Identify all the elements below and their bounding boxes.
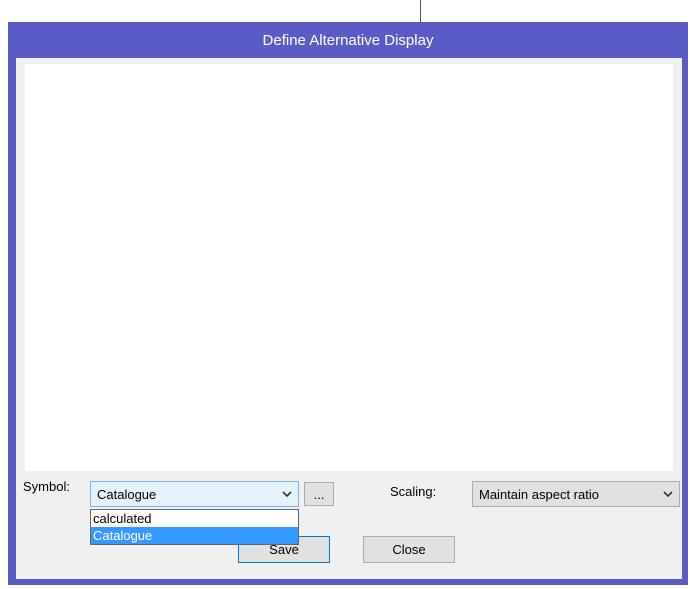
preview-canvas [25, 64, 673, 471]
symbol-select-value: Catalogue [97, 486, 157, 502]
browse-button[interactable]: ... [304, 482, 334, 506]
dropdown-option-catalogue[interactable]: Catalogue [91, 527, 298, 544]
close-button[interactable]: Close [363, 536, 455, 563]
close-button-label: Close [392, 542, 426, 557]
screen: Define Alternative Display Symbol: Catal… [0, 0, 690, 589]
symbol-select[interactable]: Catalogue [90, 481, 299, 507]
dialog-title: Define Alternative Display [262, 31, 434, 49]
symbol-dropdown-list: calculated Catalogue [90, 509, 299, 545]
symbol-label: Symbol: [23, 479, 70, 494]
scaling-select-value: Maintain aspect ratio [479, 486, 599, 502]
dialog-client-area: Symbol: Catalogue ... Scaling: Maintain … [16, 58, 682, 579]
define-alternative-display-dialog: Define Alternative Display Symbol: Catal… [8, 22, 688, 585]
dropdown-option-calculated[interactable]: calculated [91, 510, 298, 527]
scaling-select[interactable]: Maintain aspect ratio [472, 481, 680, 507]
scaling-label: Scaling: [390, 484, 437, 499]
chevron-down-icon [657, 482, 679, 506]
title-bar[interactable]: Define Alternative Display [8, 22, 688, 58]
browse-button-label: ... [313, 486, 325, 502]
chevron-down-icon [276, 482, 298, 506]
background-line [420, 0, 421, 22]
